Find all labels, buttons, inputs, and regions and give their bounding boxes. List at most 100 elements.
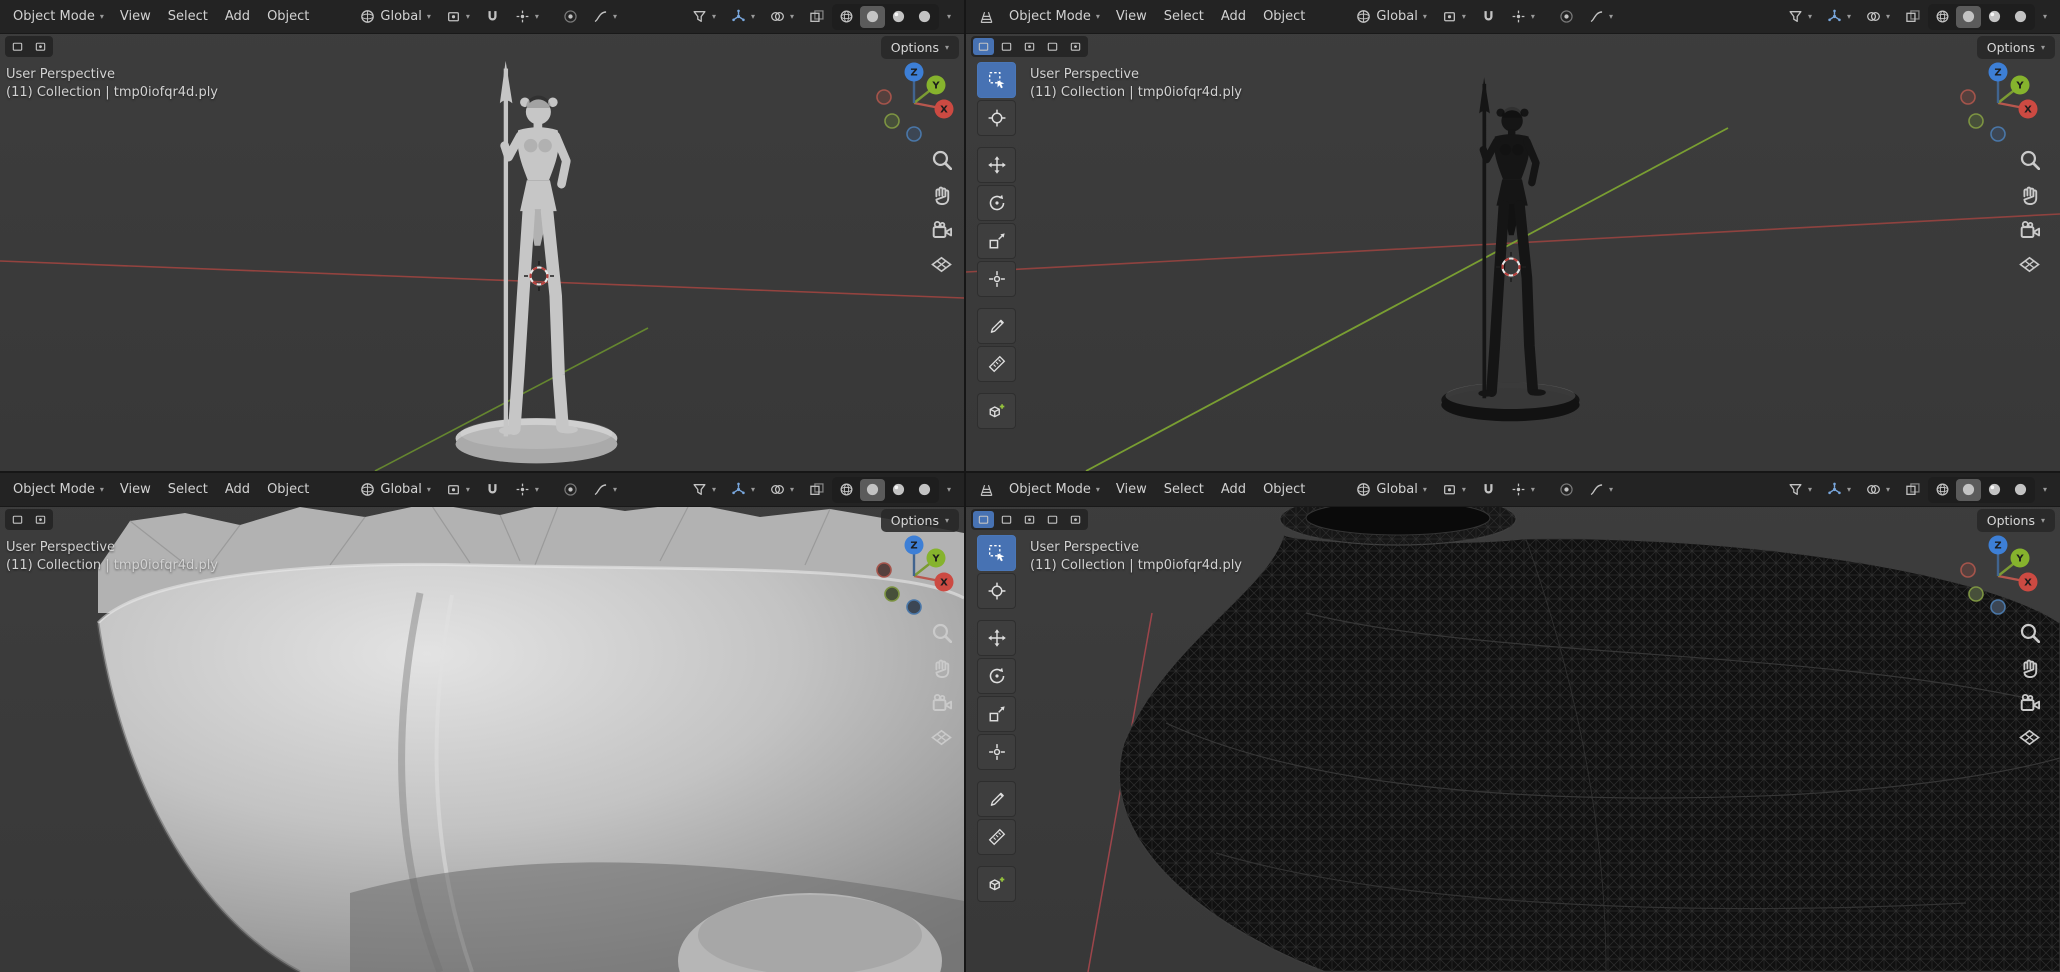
shading-dropdown[interactable]: ▾ — [940, 9, 958, 25]
tool-settings-toggle-3[interactable] — [1019, 511, 1040, 528]
toolbar-move-button[interactable] — [977, 147, 1016, 183]
tool-settings-toggle-2[interactable] — [996, 511, 1017, 528]
snap-target-dropdown[interactable]: ▾ — [1504, 478, 1542, 501]
nav-pan-button[interactable] — [930, 183, 953, 206]
menu-view[interactable]: View — [1108, 478, 1155, 501]
menu-add[interactable]: Add — [217, 478, 258, 501]
snap-magnet-toggle[interactable] — [478, 5, 507, 28]
pivot-point-dropdown[interactable]: ▾ — [1435, 5, 1473, 28]
nav-perspective-button[interactable] — [2018, 253, 2041, 276]
shading-solid-button[interactable] — [1955, 5, 1981, 28]
shading-dropdown[interactable]: ▾ — [940, 482, 958, 498]
xray-toggle[interactable] — [1898, 478, 1927, 501]
proportional-editing-toggle[interactable] — [556, 478, 585, 501]
axis-gizmo[interactable] — [867, 56, 961, 150]
shading-material-button[interactable] — [886, 6, 911, 28]
shading-dropdown[interactable]: ▾ — [2036, 9, 2054, 25]
tool-settings-toggle-2[interactable] — [30, 511, 51, 528]
tool-settings-toggle-4[interactable] — [1042, 38, 1063, 55]
toolbar-move-button[interactable] — [977, 620, 1016, 656]
nav-perspective-button[interactable] — [930, 253, 953, 276]
tool-settings-toggle-1[interactable] — [7, 511, 28, 528]
orientation-dropdown[interactable]: Global ▾ — [353, 478, 438, 501]
proportional-falloff-dropdown[interactable]: ▾ — [586, 5, 624, 28]
options-dropdown[interactable]: Options ▾ — [880, 509, 959, 532]
editor-type-dropdown[interactable] — [972, 478, 1001, 501]
shading-solid-button[interactable] — [859, 478, 885, 501]
shading-wireframe-button[interactable] — [834, 479, 859, 501]
shading-rendered-button[interactable] — [2008, 6, 2033, 28]
menu-select[interactable]: Select — [160, 5, 216, 28]
shading-rendered-button[interactable] — [2008, 479, 2033, 501]
xray-toggle[interactable] — [802, 478, 831, 501]
shading-wireframe-button[interactable] — [1930, 479, 1955, 501]
shading-solid-button[interactable] — [1955, 478, 1981, 501]
snap-magnet-toggle[interactable] — [1474, 5, 1503, 28]
nav-camera-button[interactable] — [2018, 218, 2041, 241]
nav-camera-button[interactable] — [2018, 691, 2041, 714]
snap-magnet-toggle[interactable] — [1474, 478, 1503, 501]
toolbar-cursor-button[interactable] — [977, 573, 1016, 609]
object-visibility-dropdown[interactable]: ▾ — [685, 5, 723, 28]
mode-dropdown[interactable]: Object Mode ▾ — [1002, 5, 1107, 28]
orientation-dropdown[interactable]: Global ▾ — [353, 5, 438, 28]
options-dropdown[interactable]: Options ▾ — [1976, 509, 2055, 532]
toolbar-cursor-button[interactable] — [977, 100, 1016, 136]
snap-target-dropdown[interactable]: ▾ — [508, 478, 546, 501]
shading-material-button[interactable] — [1982, 479, 2007, 501]
xray-toggle[interactable] — [802, 5, 831, 28]
snap-magnet-toggle[interactable] — [478, 478, 507, 501]
tool-settings-toggle-1[interactable] — [7, 38, 28, 55]
menu-select[interactable]: Select — [1156, 5, 1212, 28]
object-visibility-dropdown[interactable]: ▾ — [1781, 5, 1819, 28]
mode-dropdown[interactable]: Object Mode ▾ — [6, 478, 111, 501]
toolbar-select-box-button[interactable] — [977, 62, 1016, 98]
proportional-editing-toggle[interactable] — [1552, 5, 1581, 28]
shading-rendered-button[interactable] — [912, 6, 937, 28]
show-overlays-dropdown[interactable]: ▾ — [1859, 478, 1897, 501]
tool-settings-toggle-2[interactable] — [996, 38, 1017, 55]
model-blob[interactable] — [96, 500, 964, 972]
xray-toggle[interactable] — [1898, 5, 1927, 28]
toolbar-measure-button[interactable] — [977, 346, 1016, 382]
menu-object[interactable]: Object — [259, 478, 317, 501]
axis-gizmo[interactable] — [1951, 56, 2045, 150]
proportional-falloff-dropdown[interactable]: ▾ — [1582, 478, 1620, 501]
menu-object[interactable]: Object — [1255, 478, 1313, 501]
menu-select[interactable]: Select — [160, 478, 216, 501]
toolbar-scale-button[interactable] — [977, 223, 1016, 259]
toolbar-annotate-button[interactable] — [977, 781, 1016, 817]
object-visibility-dropdown[interactable]: ▾ — [685, 478, 723, 501]
nav-pan-button[interactable] — [2018, 183, 2041, 206]
tool-settings-toggle-1[interactable] — [973, 511, 994, 528]
model-figure-dark[interactable] — [1441, 77, 1579, 421]
nav-zoom-button[interactable] — [2018, 148, 2041, 171]
menu-object[interactable]: Object — [259, 5, 317, 28]
options-dropdown[interactable]: Options ▾ — [880, 36, 959, 59]
axis-gizmo[interactable] — [867, 529, 961, 623]
tool-settings-toggle-5[interactable] — [1065, 38, 1086, 55]
toolbar-measure-button[interactable] — [977, 819, 1016, 855]
toolbar-annotate-button[interactable] — [977, 308, 1016, 344]
nav-pan-button[interactable] — [2018, 656, 2041, 679]
shading-dropdown[interactable]: ▾ — [2036, 482, 2054, 498]
shading-rendered-button[interactable] — [912, 479, 937, 501]
show-overlays-dropdown[interactable]: ▾ — [763, 5, 801, 28]
tool-settings-toggle-2[interactable] — [30, 38, 51, 55]
shading-solid-button[interactable] — [859, 5, 885, 28]
menu-view[interactable]: View — [1108, 5, 1155, 28]
snap-target-dropdown[interactable]: ▾ — [1504, 5, 1542, 28]
show-gizmo-dropdown[interactable]: ▾ — [1820, 5, 1858, 28]
options-dropdown[interactable]: Options ▾ — [1976, 36, 2055, 59]
nav-camera-button[interactable] — [930, 691, 953, 714]
nav-camera-button[interactable] — [930, 218, 953, 241]
axis-gizmo[interactable] — [1951, 529, 2045, 623]
nav-zoom-button[interactable] — [2018, 621, 2041, 644]
toolbar-rotate-button[interactable] — [977, 658, 1016, 694]
show-overlays-dropdown[interactable]: ▾ — [763, 478, 801, 501]
orientation-dropdown[interactable]: Global ▾ — [1349, 478, 1434, 501]
pivot-point-dropdown[interactable]: ▾ — [439, 478, 477, 501]
pivot-point-dropdown[interactable]: ▾ — [1435, 478, 1473, 501]
menu-view[interactable]: View — [112, 478, 159, 501]
tool-settings-toggle-4[interactable] — [1042, 511, 1063, 528]
